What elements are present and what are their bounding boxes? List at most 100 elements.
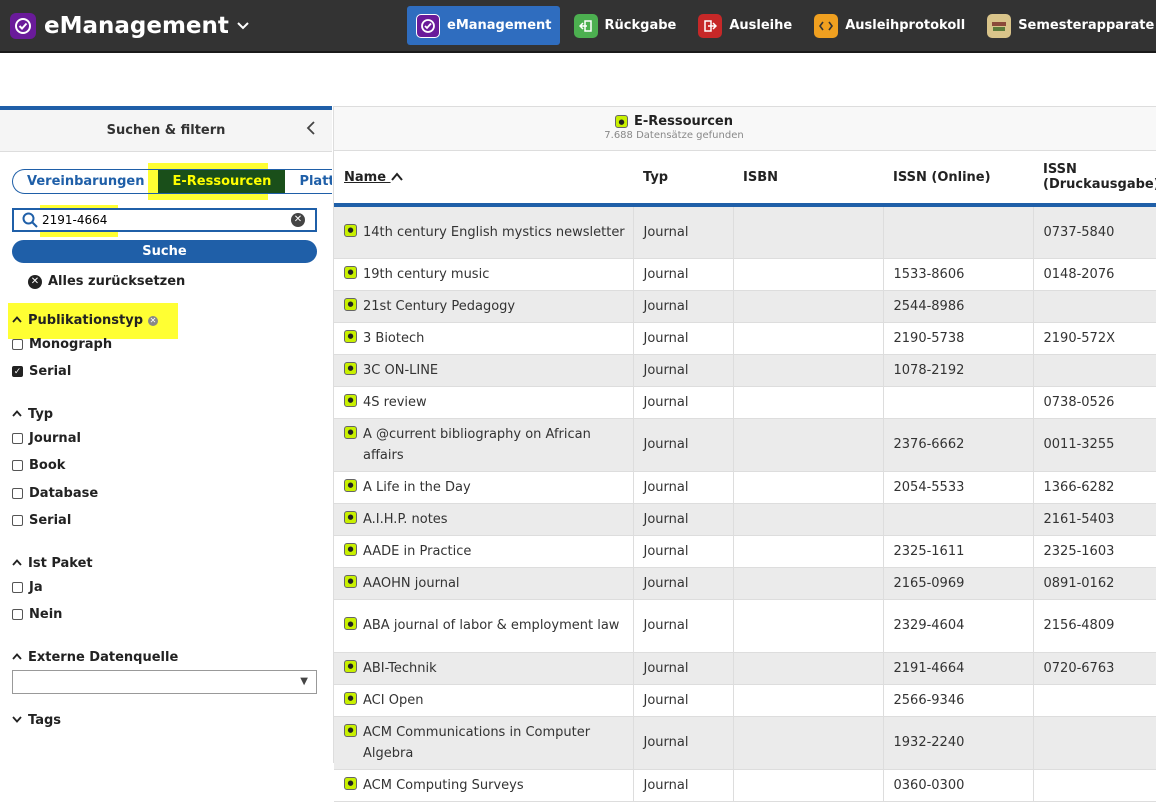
column-header-issn-online[interactable]: ISSN (Online) [883, 151, 1033, 207]
checkbox-journal[interactable]: Journal [12, 431, 81, 446]
checkbox-database[interactable]: Database [12, 486, 98, 501]
table-row[interactable]: ● 14th century English mystics newsletter… [334, 205, 1156, 259]
collapse-sidebar-icon[interactable] [306, 119, 316, 140]
resource-name[interactable]: ● 4S review [344, 392, 633, 413]
checkbox-ja[interactable]: Ja [12, 580, 43, 595]
resource-name[interactable]: ● A @current bibliography on African affa… [344, 424, 633, 466]
loan-icon [698, 13, 723, 38]
facet-title-label: Ist Paket [28, 556, 93, 571]
column-header-name[interactable]: Name [334, 151, 633, 207]
nav-tab-semesterapparate[interactable]: Semesterapparate [978, 6, 1156, 45]
resource-name-text: A Life in the Day [363, 479, 471, 495]
segment-vereinbarungen[interactable]: Vereinbarungen [13, 170, 158, 193]
nav-tab-emanagement[interactable]: eManagement [407, 6, 560, 45]
table-row[interactable]: ● 3C ON-LINE Journal 1078-2192 [334, 354, 1156, 387]
chevron-up-icon [12, 315, 22, 326]
checkbox-serial-publication[interactable]: ✓ Serial [12, 364, 71, 379]
resource-name[interactable]: ● 3C ON-LINE [344, 360, 633, 381]
nav-tab-ausleihe[interactable]: Ausleihe [689, 6, 800, 45]
cell-typ: Journal [633, 503, 734, 536]
table-row[interactable]: ● AAOHN journal Journal 2165-0969 0891-0162 [334, 567, 1156, 600]
resource-name[interactable]: ● A Life in the Day [344, 477, 633, 498]
cell-name: ● ACI Open [334, 684, 634, 717]
facet-title-label: Publikationstyp [28, 313, 144, 328]
resource-name[interactable]: ● A.I.H.P. notes [344, 509, 633, 530]
table-row[interactable]: ● ACM Computing Surveys Journal 0360-0300 [334, 769, 1156, 802]
cell-issn-print: 2161-5403 [1033, 503, 1156, 536]
table-row[interactable]: ● A.I.H.P. notes Journal 2161-5403 [334, 503, 1156, 536]
nav-tab-rueckgabe[interactable]: Rückgabe [565, 6, 685, 45]
resource-name-text: A @current bibliography on African affai… [363, 426, 591, 463]
clear-facet-icon[interactable]: ✕ [148, 315, 159, 326]
cell-typ: Journal [633, 290, 734, 323]
cell-typ: Journal [633, 535, 734, 568]
cell-name: ● 3 Biotech [334, 322, 634, 355]
externe-datenquelle-select[interactable]: ▼ [12, 670, 317, 694]
cell-isbn [733, 716, 884, 770]
resource-name[interactable]: ● 21st Century Pedagogy [344, 296, 633, 317]
table-row[interactable]: ● A @current bibliography on African affa… [334, 418, 1156, 472]
facet-publikationstyp-toggle[interactable]: Publikationstyp ✕ [12, 313, 159, 328]
results-title-label: E-Ressourcen [634, 114, 733, 129]
facet-tags-toggle[interactable]: Tags [12, 713, 61, 728]
semester-icon [987, 13, 1012, 38]
checkbox-nein[interactable]: Nein [12, 607, 62, 622]
segment-e-ressourcen[interactable]: E-Ressourcen [158, 170, 286, 193]
checkbox-monograph[interactable]: Monograph [12, 337, 112, 352]
checkbox-box [12, 460, 23, 471]
results-title: ● E-Ressourcen [334, 114, 1014, 129]
resource-name[interactable]: ● AADE in Practice [344, 541, 633, 562]
table-row[interactable]: ● ACM Communications in Computer Algebra J… [334, 716, 1156, 770]
reset-all-label: Alles zurücksetzen [48, 274, 186, 289]
table-row[interactable]: ● ABI-Technik Journal 2191-4664 0720-6763 [334, 652, 1156, 685]
table-row[interactable]: ● 21st Century Pedagogy Journal 2544-8986 [334, 290, 1156, 323]
table-row[interactable]: ● AADE in Practice Journal 2325-1611 2325-16… [334, 535, 1156, 568]
cell-issn-print: 0738-0526 [1033, 386, 1156, 419]
column-header-issn-print[interactable]: ISSN (Druckausgabe) [1033, 151, 1156, 207]
resource-name[interactable]: ● ABI-Technik [344, 658, 633, 679]
table-row[interactable]: ● ABA journal of labor & employment law Jo… [334, 599, 1156, 653]
checkbox-box [12, 515, 23, 526]
resource-name-text: ACM Communications in Computer Algebra [363, 724, 591, 761]
resource-name[interactable]: ● ABA journal of labor & employment law [344, 615, 633, 636]
chevron-up-icon [12, 409, 22, 420]
checkbox-serial-type[interactable]: Serial [12, 513, 71, 528]
resource-name[interactable]: ● ACI Open [344, 690, 633, 711]
sort-ascending-icon [390, 170, 403, 185]
resource-name[interactable]: ● ACM Computing Surveys [344, 775, 633, 796]
cell-isbn [733, 258, 884, 291]
table-row[interactable]: ● 3 Biotech Journal 2190-5738 2190-572X [334, 322, 1156, 355]
cell-typ: Journal [633, 471, 734, 504]
segment-plattformen[interactable]: Plattfo [285, 170, 332, 193]
facet-externe-datenquelle-toggle[interactable]: Externe Datenquelle [12, 650, 178, 665]
search-input[interactable] [42, 210, 272, 230]
e-resource-icon: ● [344, 510, 357, 524]
column-header-isbn[interactable]: ISBN [733, 151, 883, 207]
facet-typ-toggle[interactable]: Typ [12, 407, 53, 422]
table-row[interactable]: ● 19th century music Journal 1533-8606 0148-… [334, 258, 1156, 291]
resource-name[interactable]: ● 3 Biotech [344, 328, 633, 349]
cell-name: ● ACM Communications in Computer Algebra [334, 716, 634, 770]
search-button[interactable]: Suche [12, 240, 317, 263]
table-row[interactable]: ● 4S review Journal 0738-0526 [334, 386, 1156, 419]
resource-name[interactable]: ● AAOHN journal [344, 573, 633, 594]
clear-search-icon[interactable]: ✕ [291, 213, 305, 227]
table-header-row: Name Typ ISBN ISSN (Online) ISSN (Drucka… [334, 151, 1156, 207]
top-navigation-bar: eManagement eManagement Rückgabe Ausleih… [0, 0, 1156, 53]
reset-all-button[interactable]: ✕ Alles zurücksetzen [28, 274, 185, 289]
app-switcher[interactable]: eManagement [10, 11, 249, 41]
resource-name[interactable]: ● 14th century English mystics newsletter [344, 222, 633, 243]
chevron-down-icon [237, 19, 249, 34]
table-row[interactable]: ● ACI Open Journal 2566-9346 [334, 684, 1156, 717]
nav-tab-ausleihprotokoll[interactable]: Ausleihprotokoll [805, 6, 973, 45]
column-header-typ[interactable]: Typ [633, 151, 733, 207]
table-row[interactable]: ● A Life in the Day Journal 2054-5533 1366-6… [334, 471, 1156, 504]
resource-name-text: AAOHN journal [363, 575, 460, 591]
checkbox-book[interactable]: Book [12, 458, 65, 473]
resource-name[interactable]: ● 19th century music [344, 264, 633, 285]
resource-name[interactable]: ● ACM Communications in Computer Algebra [344, 722, 633, 764]
facet-ist-paket-toggle[interactable]: Ist Paket [12, 556, 93, 571]
checkbox-label: Ja [29, 580, 43, 595]
cell-issn-print [1033, 716, 1156, 770]
cell-issn-online: 2190-5738 [883, 322, 1034, 355]
